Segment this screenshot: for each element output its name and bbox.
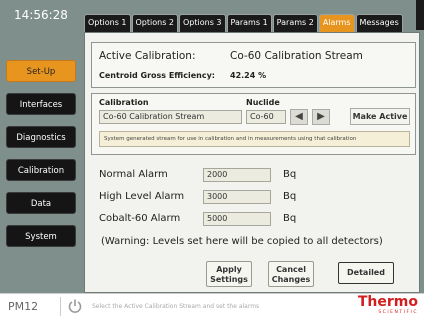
cobalt-alarm-unit: Bq — [283, 213, 297, 224]
cancel-line-2: Changes — [271, 275, 311, 284]
nuclide-field[interactable]: Co-60 — [246, 110, 286, 124]
previous-arrow-icon[interactable]: ◀ — [290, 109, 308, 125]
status-bar: PM12 Select the Active Calibration Strea… — [0, 293, 424, 319]
logo-sub-text: SCIENTIFIC — [378, 310, 418, 315]
sidebar-item-set-up[interactable]: Set-Up — [6, 60, 76, 82]
sidebar-item-system[interactable]: System — [6, 225, 76, 247]
status-message: Select the Active Calibration Stream and… — [92, 303, 260, 310]
tab-options-3[interactable]: Options 3 — [179, 14, 226, 32]
calibration-label: Calibration — [99, 98, 149, 107]
high-level-alarm-unit: Bq — [283, 191, 297, 202]
active-calibration-label: Active Calibration: — [99, 50, 196, 62]
tab-params-1[interactable]: Params 1 — [226, 14, 272, 32]
tab-options-2[interactable]: Options 2 — [131, 14, 178, 32]
tab-alarms[interactable]: Alarms — [318, 14, 355, 32]
logo-main-text: Thermo — [357, 294, 418, 310]
calibration-description: System generated stream for use in calib… — [99, 131, 410, 147]
efficiency-value: 42.24 % — [230, 71, 267, 80]
active-calibration-value: Co-60 Calibration Stream — [230, 50, 363, 62]
sidebar-item-calibration[interactable]: Calibration — [6, 159, 76, 181]
warning-text: (Warning: Levels set here will be copied… — [101, 236, 383, 247]
calibration-field[interactable]: Co-60 Calibration Stream — [99, 110, 242, 124]
apply-line-2: Settings — [210, 275, 248, 284]
power-icon[interactable] — [67, 298, 83, 314]
device-name: PM12 — [8, 300, 39, 313]
calibration-selector-box: Calibration Nuclide Co-60 Calibration St… — [91, 93, 416, 155]
tab-messages[interactable]: Messages — [355, 14, 403, 32]
normal-alarm-label: Normal Alarm — [99, 169, 168, 180]
sidebar-item-diagnostics[interactable]: Diagnostics — [6, 126, 76, 148]
tab-options-1[interactable]: Options 1 — [84, 14, 131, 32]
detailed-button[interactable]: Detailed — [338, 262, 394, 284]
normal-alarm-field[interactable]: 2000 — [203, 168, 271, 182]
cobalt-alarm-field[interactable]: 5000 — [203, 212, 271, 226]
cancel-changes-button[interactable]: Cancel Changes — [268, 261, 314, 287]
high-level-alarm-field[interactable]: 3000 — [203, 190, 271, 204]
cobalt-alarm-label: Cobalt-60 Alarm — [99, 213, 181, 224]
next-arrow-icon[interactable]: ▶ — [312, 109, 330, 125]
tab-bar: Options 1 Options 2 Options 3 Params 1 P… — [84, 14, 403, 32]
sidebar: Set-Up Interfaces Diagnostics Calibratio… — [6, 60, 78, 258]
active-calibration-box: Active Calibration: Co-60 Calibration St… — [91, 42, 416, 88]
nuclide-label: Nuclide — [246, 98, 280, 107]
high-level-alarm-label: High Level Alarm — [99, 191, 185, 202]
thermo-logo: Thermo SCIENTIFIC — [358, 294, 418, 316]
tab-params-2[interactable]: Params 2 — [272, 14, 318, 32]
make-active-button[interactable]: Make Active — [350, 108, 410, 125]
normal-alarm-unit: Bq — [283, 169, 297, 180]
alarms-panel: Active Calibration: Co-60 Calibration St… — [84, 32, 420, 293]
clock: 14:56:28 — [14, 8, 68, 22]
apply-settings-button[interactable]: Apply Settings — [206, 261, 252, 287]
apply-line-1: Apply — [216, 265, 242, 274]
corner-marker — [416, 0, 424, 30]
status-divider — [60, 297, 61, 316]
sidebar-item-data[interactable]: Data — [6, 192, 76, 214]
cancel-line-1: Cancel — [276, 265, 306, 274]
sidebar-item-interfaces[interactable]: Interfaces — [6, 93, 76, 115]
efficiency-label: Centroid Gross Efficiency: — [99, 71, 215, 80]
